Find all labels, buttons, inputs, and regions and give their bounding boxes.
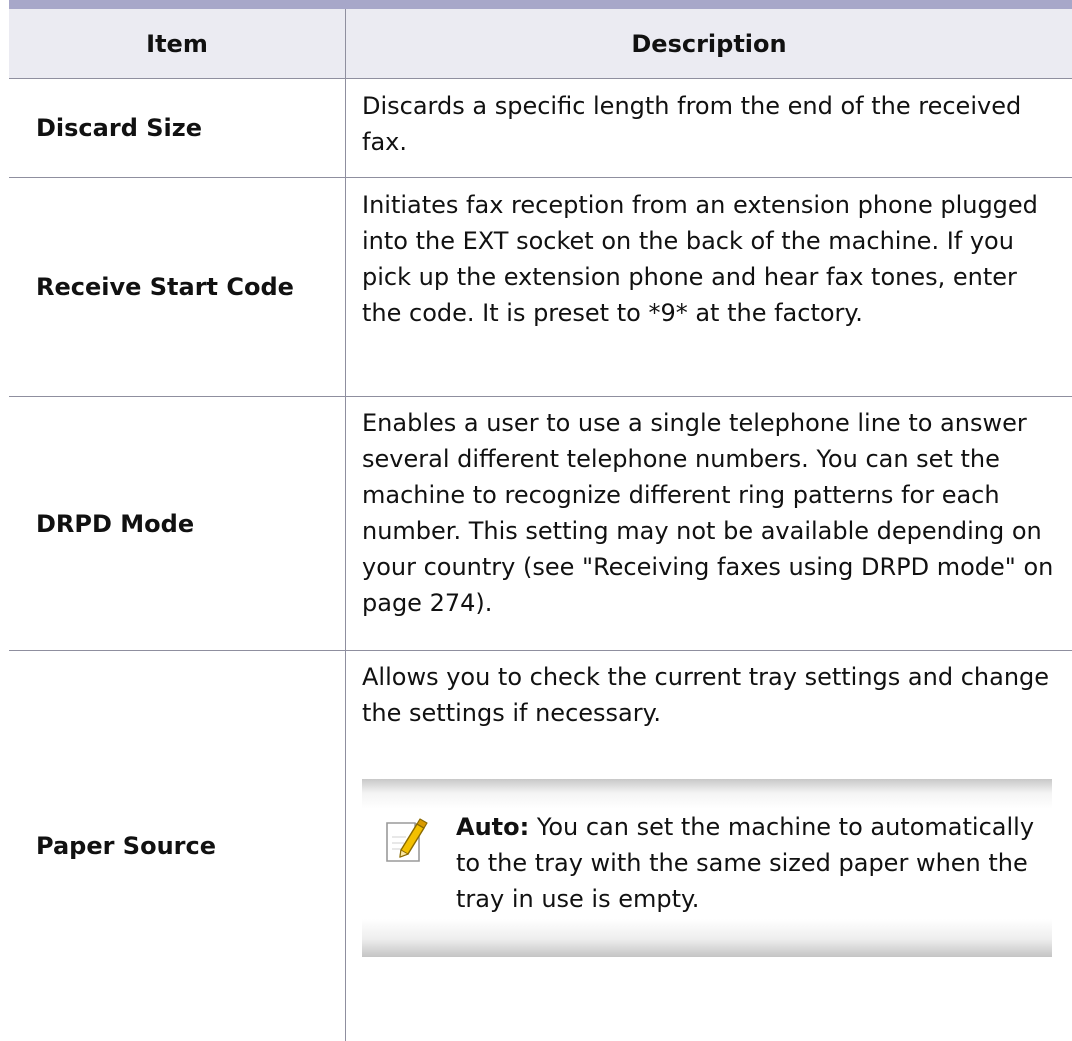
table-row: DRPD Mode Enables a user to use a single…	[9, 397, 1072, 651]
item-name: Discard Size	[9, 79, 346, 177]
item-description: Enables a user to use a single telephone…	[362, 409, 1054, 617]
item-description: Discards a specific length from the end …	[362, 92, 1022, 156]
note-box: Auto: You can set the machine to automat…	[362, 779, 1052, 957]
column-header-description: Description	[631, 29, 787, 58]
item-description: Allows you to check the current tray set…	[362, 663, 1050, 727]
top-rule	[9, 0, 1072, 9]
table-row: Paper Source Allows you to check the cur…	[9, 651, 1072, 1041]
note-text: Auto: You can set the machine to automat…	[456, 809, 1050, 917]
table-header: Item Description	[9, 9, 1072, 79]
table-row: Discard Size Discards a specific length …	[9, 79, 1072, 178]
settings-table: Item Description Discard Size Discards a…	[9, 0, 1072, 1041]
note-label: Auto:	[456, 813, 530, 841]
note-pencil-icon	[386, 818, 428, 862]
item-name: Paper Source	[9, 651, 346, 1041]
item-name: Receive Start Code	[9, 178, 346, 396]
note-body: You can set the machine to automatically…	[456, 813, 1035, 913]
item-description-container: Allows you to check the current tray set…	[346, 651, 1072, 1041]
table-row: Receive Start Code Initiates fax recepti…	[9, 178, 1072, 397]
item-description: Initiates fax reception from an extensio…	[362, 191, 1038, 327]
item-name: DRPD Mode	[9, 397, 346, 650]
column-header-item: Item	[9, 9, 346, 78]
